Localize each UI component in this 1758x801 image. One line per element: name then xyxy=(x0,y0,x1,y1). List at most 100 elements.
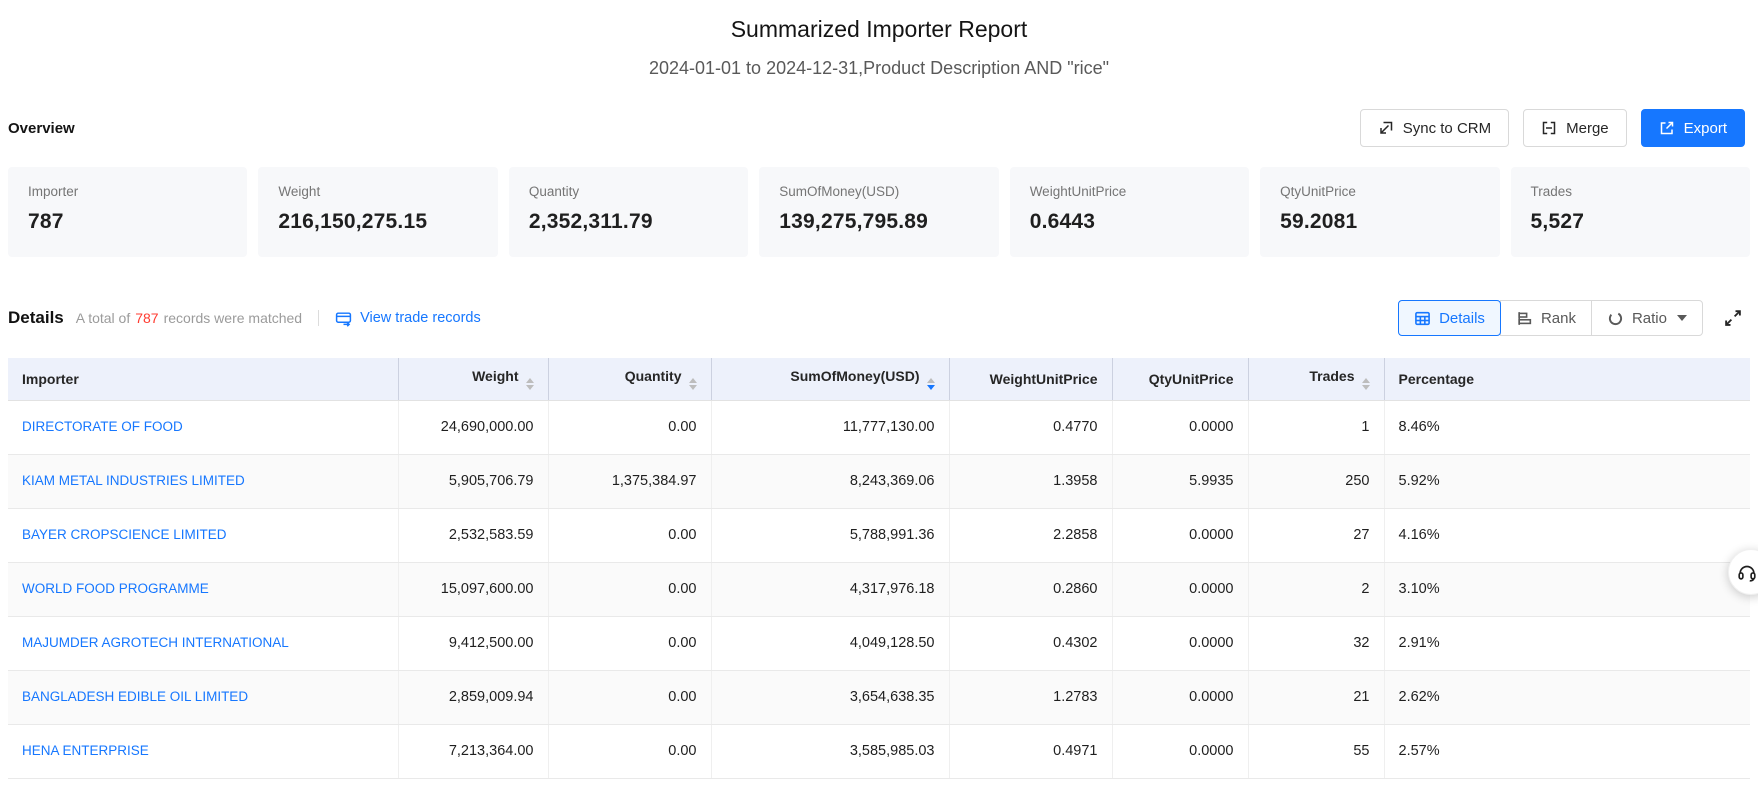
qtyunitprice-cell: 0.0000 xyxy=(1112,670,1248,724)
sumofmoney-cell: 3,585,985.03 xyxy=(711,724,949,778)
details-left: Details A total of787records were matche… xyxy=(8,308,481,328)
importer-link[interactable]: MAJUMDER AGROTECH INTERNATIONAL xyxy=(22,635,289,650)
weight-cell: 2,859,009.94 xyxy=(398,670,548,724)
headset-icon xyxy=(1736,561,1758,583)
overview-actions: Sync to CRM Merge Export xyxy=(1360,109,1745,147)
stat-value: 59.2081 xyxy=(1280,210,1479,234)
importer-table: Importer Weight Quantity SumOfMoney(USD)… xyxy=(8,358,1750,779)
sort-icon[interactable] xyxy=(689,378,697,391)
tab-rank-label: Rank xyxy=(1541,310,1576,327)
sort-icon[interactable] xyxy=(1362,378,1370,391)
weight-cell: 24,690,000.00 xyxy=(398,400,548,454)
match-prefix: A total of xyxy=(76,310,130,326)
page-subtitle: 2024-01-01 to 2024-12-31,Product Descrip… xyxy=(0,58,1758,79)
stat-card-sumofmoney: SumOfMoney(USD) 139,275,795.89 xyxy=(759,167,998,257)
col-header-quantity[interactable]: Quantity xyxy=(548,358,711,400)
quantity-cell: 1,375,384.97 xyxy=(548,454,711,508)
trades-cell: 55 xyxy=(1248,724,1384,778)
weightunitprice-cell: 0.2860 xyxy=(949,562,1112,616)
importer-link[interactable]: BAYER CROPSCIENCE LIMITED xyxy=(22,527,227,542)
fullscreen-button[interactable] xyxy=(1721,306,1745,330)
importer-link[interactable]: WORLD FOOD PROGRAMME xyxy=(22,581,209,596)
percentage-cell: 2.62% xyxy=(1384,670,1750,724)
stat-value: 139,275,795.89 xyxy=(779,210,978,234)
stat-value: 216,150,275.15 xyxy=(278,210,477,234)
divider xyxy=(318,310,319,326)
col-header-weight[interactable]: Weight xyxy=(398,358,548,400)
stat-card-importer: Importer 787 xyxy=(8,167,247,257)
stat-label: WeightUnitPrice xyxy=(1030,184,1229,199)
overview-cards: Importer 787 Weight 216,150,275.15 Quant… xyxy=(8,167,1750,257)
quantity-cell: 0.00 xyxy=(548,724,711,778)
sumofmoney-cell: 8,243,369.06 xyxy=(711,454,949,508)
stat-card-quantity: Quantity 2,352,311.79 xyxy=(509,167,748,257)
merge-icon xyxy=(1541,120,1557,136)
col-header-sumofmoney[interactable]: SumOfMoney(USD) xyxy=(711,358,949,400)
view-trade-records-link[interactable]: View trade records xyxy=(335,310,481,327)
tab-details[interactable]: Details xyxy=(1398,300,1501,336)
importer-link[interactable]: KIAM METAL INDUSTRIES LIMITED xyxy=(22,473,245,488)
sort-icon-active-desc[interactable] xyxy=(927,378,935,391)
bar-chart-icon xyxy=(1516,310,1533,327)
export-icon xyxy=(1659,120,1675,136)
view-switcher: Details Rank Ratio xyxy=(1398,300,1703,336)
col-header-trades[interactable]: Trades xyxy=(1248,358,1384,400)
qtyunitprice-cell: 0.0000 xyxy=(1112,508,1248,562)
table-row: WORLD FOOD PROGRAMME 15,097,600.00 0.00 … xyxy=(8,562,1750,616)
sort-icon[interactable] xyxy=(526,378,534,391)
trades-cell: 32 xyxy=(1248,616,1384,670)
table-header-row: Importer Weight Quantity SumOfMoney(USD)… xyxy=(8,358,1750,400)
table-row: DIRECTORATE OF FOOD 24,690,000.00 0.00 1… xyxy=(8,400,1750,454)
qtyunitprice-cell: 5.9935 xyxy=(1112,454,1248,508)
tab-rank[interactable]: Rank xyxy=(1500,300,1592,336)
percentage-cell: 3.10% xyxy=(1384,562,1750,616)
stat-label: QtyUnitPrice xyxy=(1280,184,1479,199)
weightunitprice-cell: 2.2858 xyxy=(949,508,1112,562)
ratio-circle-icon xyxy=(1607,310,1624,327)
weightunitprice-cell: 0.4971 xyxy=(949,724,1112,778)
stat-card-weightunitprice: WeightUnitPrice 0.6443 xyxy=(1010,167,1249,257)
export-button[interactable]: Export xyxy=(1641,109,1745,147)
table-grid-icon xyxy=(1414,310,1431,327)
qtyunitprice-cell: 0.0000 xyxy=(1112,724,1248,778)
stat-card-trades: Trades 5,527 xyxy=(1511,167,1750,257)
details-right: Details Rank Ratio xyxy=(1398,300,1745,336)
sync-to-crm-button[interactable]: Sync to CRM xyxy=(1360,109,1509,147)
qtyunitprice-cell: 0.0000 xyxy=(1112,400,1248,454)
weightunitprice-cell: 0.4302 xyxy=(949,616,1112,670)
table-row: KIAM METAL INDUSTRIES LIMITED 5,905,706.… xyxy=(8,454,1750,508)
importer-link[interactable]: HENA ENTERPRISE xyxy=(22,743,149,758)
importer-link[interactable]: DIRECTORATE OF FOOD xyxy=(22,419,183,434)
percentage-cell: 4.16% xyxy=(1384,508,1750,562)
stat-card-qtyunitprice: QtyUnitPrice 59.2081 xyxy=(1260,167,1499,257)
importer-link[interactable]: BANGLADESH EDIBLE OIL LIMITED xyxy=(22,689,248,704)
stat-label: Importer xyxy=(28,184,227,199)
weightunitprice-cell: 1.3958 xyxy=(949,454,1112,508)
chevron-down-icon xyxy=(1677,315,1687,321)
quantity-cell: 0.00 xyxy=(548,508,711,562)
tab-ratio[interactable]: Ratio xyxy=(1591,300,1703,336)
qtyunitprice-cell: 0.0000 xyxy=(1112,616,1248,670)
col-header-importer: Importer xyxy=(8,358,398,400)
percentage-cell: 8.46% xyxy=(1384,400,1750,454)
match-suffix: records were matched xyxy=(164,310,303,326)
merge-button[interactable]: Merge xyxy=(1523,109,1627,147)
tab-details-label: Details xyxy=(1439,310,1485,327)
col-header-weightunitprice: WeightUnitPrice xyxy=(949,358,1112,400)
stat-value: 2,352,311.79 xyxy=(529,210,728,234)
stat-label: SumOfMoney(USD) xyxy=(779,184,978,199)
col-header-percentage: Percentage xyxy=(1384,358,1750,400)
trades-cell: 27 xyxy=(1248,508,1384,562)
fullscreen-expand-icon xyxy=(1723,308,1743,328)
weightunitprice-cell: 1.2783 xyxy=(949,670,1112,724)
export-label: Export xyxy=(1684,120,1727,137)
quantity-cell: 0.00 xyxy=(548,400,711,454)
view-trade-records-label: View trade records xyxy=(360,310,481,326)
quantity-cell: 0.00 xyxy=(548,562,711,616)
table-row: HENA ENTERPRISE 7,213,364.00 0.00 3,585,… xyxy=(8,724,1750,778)
quantity-cell: 0.00 xyxy=(548,616,711,670)
percentage-cell: 5.92% xyxy=(1384,454,1750,508)
tab-ratio-label: Ratio xyxy=(1632,310,1667,327)
col-header-qtyunitprice: QtyUnitPrice xyxy=(1112,358,1248,400)
stat-label: Quantity xyxy=(529,184,728,199)
